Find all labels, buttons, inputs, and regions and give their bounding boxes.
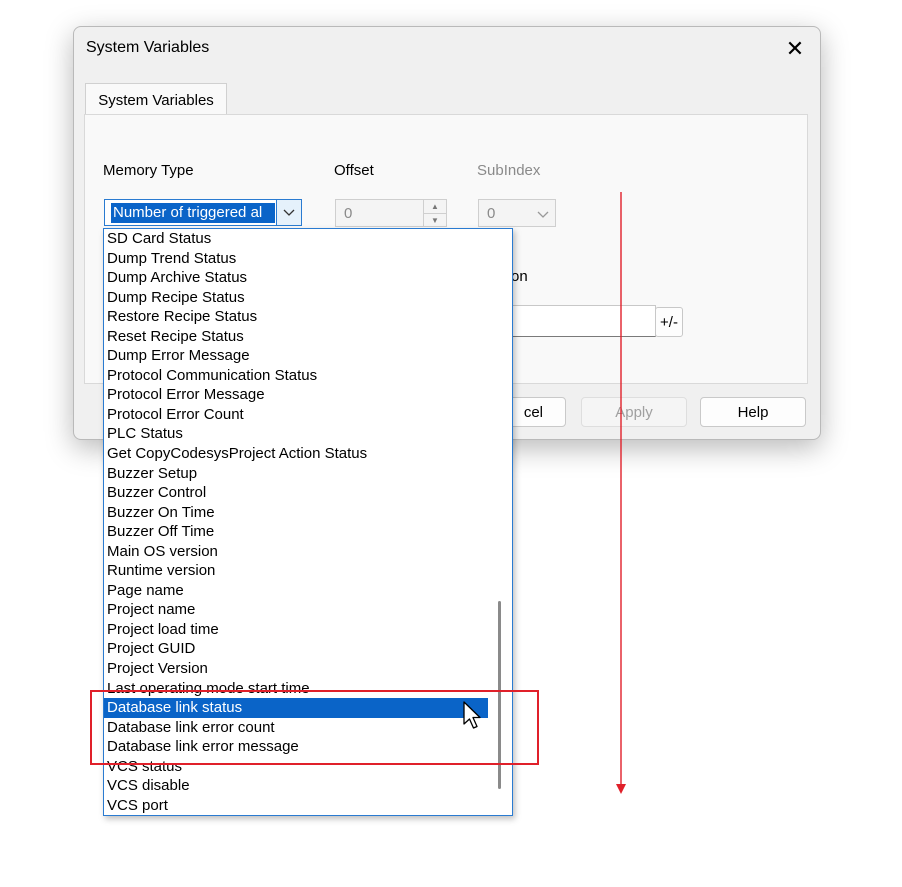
spin-up-icon[interactable]: ▲ — [424, 200, 446, 214]
value-input[interactable] — [512, 305, 656, 337]
subindex-label: SubIndex — [477, 162, 541, 179]
dropdown-item[interactable]: Buzzer Control — [104, 483, 488, 503]
dropdown-item[interactable]: Project load time — [104, 620, 488, 640]
dropdown-item[interactable]: Get CopyCodesysProject Action Status — [104, 444, 488, 464]
dropdown-item[interactable]: Buzzer Setup — [104, 464, 488, 484]
dropdown-item[interactable]: Buzzer On Time — [104, 503, 488, 523]
dropdown-item[interactable]: Project name — [104, 600, 488, 620]
dropdown-item[interactable]: Dump Recipe Status — [104, 288, 488, 308]
dialog-title: System Variables — [86, 39, 210, 56]
offset-spinbox[interactable]: 0 ▲ ▼ — [335, 199, 447, 227]
chevron-down-icon[interactable] — [276, 200, 301, 225]
tab-system-variables[interactable]: System Variables — [85, 83, 227, 116]
offset-value: 0 — [344, 205, 353, 222]
memory-type-label: Memory Type — [103, 162, 194, 179]
dropdown-item[interactable]: Project Version — [104, 659, 488, 679]
offset-spinner[interactable]: ▲ ▼ — [423, 200, 446, 226]
chevron-down-icon[interactable] — [537, 206, 549, 223]
plus-minus-button[interactable]: +/- — [655, 307, 683, 337]
subindex-combobox[interactable]: 0 — [478, 199, 556, 227]
dropdown-item[interactable]: SD Card Status — [104, 229, 488, 249]
offset-label: Offset — [334, 162, 374, 179]
dropdown-item[interactable]: VCS disable — [104, 776, 488, 796]
subindex-value: 0 — [487, 205, 496, 222]
dropdown-item[interactable]: Dump Archive Status — [104, 268, 488, 288]
dropdown-item[interactable]: Project GUID — [104, 639, 488, 659]
dropdown-item[interactable]: Dump Error Message — [104, 346, 488, 366]
mouse-pointer-icon — [463, 701, 481, 729]
dropdown-item[interactable]: Reset Recipe Status — [104, 327, 488, 347]
dropdown-item[interactable]: Main OS version — [104, 542, 488, 562]
dropdown-item[interactable]: Page name — [104, 581, 488, 601]
close-icon[interactable]: ✕ — [778, 33, 812, 65]
dropdown-item[interactable]: VCS port — [104, 796, 488, 816]
partial-label: on — [511, 268, 528, 285]
annotation-down-arrow-icon — [616, 192, 626, 794]
memory-type-combobox[interactable]: Number of triggered al — [104, 199, 302, 226]
dropdown-item[interactable]: Buzzer Off Time — [104, 522, 488, 542]
dropdown-item[interactable]: PLC Status — [104, 424, 488, 444]
dropdown-item[interactable]: Runtime version — [104, 561, 488, 581]
help-button[interactable]: Help — [700, 397, 806, 427]
spin-down-icon[interactable]: ▼ — [424, 214, 446, 227]
dropdown-item[interactable]: Dump Trend Status — [104, 249, 488, 269]
dropdown-item[interactable]: Protocol Error Message — [104, 385, 488, 405]
dropdown-item[interactable]: Protocol Error Count — [104, 405, 488, 425]
apply-button[interactable]: Apply — [581, 397, 687, 427]
dropdown-item[interactable]: Protocol Communication Status — [104, 366, 488, 386]
dropdown-item[interactable]: Restore Recipe Status — [104, 307, 488, 327]
memory-type-selected-text[interactable]: Number of triggered al — [111, 203, 275, 223]
